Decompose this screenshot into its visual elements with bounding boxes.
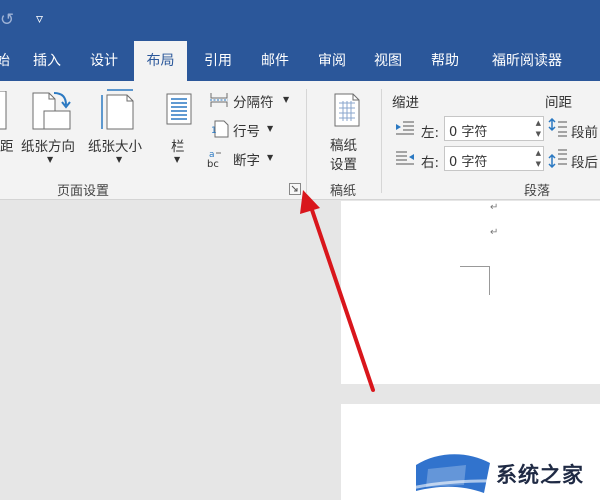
chevron-down-icon: ▼ — [47, 155, 54, 164]
spacing-after-icon — [548, 149, 567, 168]
breaks-icon — [210, 93, 228, 107]
margins-icon — [0, 91, 7, 130]
tab-references[interactable]: 引用 — [194, 41, 242, 81]
hyphenation-label: 断字 — [233, 153, 260, 169]
line-numbers-label: 行号 — [233, 124, 260, 140]
spacing-after-label: 段后 — [571, 155, 598, 171]
paragraph-mark: ↵ — [490, 227, 499, 238]
spin-down-icon[interactable]: ▼ — [536, 131, 541, 138]
undo-icon[interactable]: ↺ — [0, 12, 14, 29]
columns-button[interactable]: 栏 ▼ — [160, 87, 200, 171]
paragraph-mark: ↵ — [490, 202, 499, 213]
line-numbers-button[interactable]: 1 行号 ▼ — [207, 119, 287, 140]
tab-mailings[interactable]: 邮件 — [250, 41, 300, 81]
orientation-label: 纸张方向 — [21, 139, 75, 155]
breaks-button[interactable]: 分隔符 ▼ — [207, 90, 297, 111]
manuscript-group-label: 稿纸 — [330, 184, 357, 199]
chevron-down-icon: ▼ — [267, 153, 274, 162]
svg-text:bc: bc — [207, 159, 219, 168]
manuscript-settings-button[interactable]: 稿纸 设置 — [322, 87, 372, 173]
margins-button[interactable]: 距 — [0, 87, 16, 171]
spin-down-icon[interactable]: ▼ — [536, 161, 541, 168]
customize-quick-access-icon[interactable]: ▿ — [36, 12, 43, 26]
tab-view[interactable]: 视图 — [363, 41, 413, 81]
site-watermark: 系统之家 — [408, 445, 600, 500]
chevron-down-icon: ▼ — [283, 95, 290, 104]
indent-right-value: 0 字符 — [449, 155, 488, 170]
tab-review[interactable]: 审阅 — [307, 41, 357, 81]
manuscript-label-2: 设置 — [330, 157, 357, 173]
chevron-down-icon: ▼ — [116, 155, 123, 164]
watermark-text: 系统之家 — [496, 463, 584, 487]
spacing-before-label: 段前 — [571, 125, 598, 141]
chevron-down-icon: ▼ — [174, 155, 181, 164]
indent-header: 缩进 — [392, 95, 419, 111]
paragraph-group-label: 段落 — [524, 184, 551, 199]
line-numbers-icon: 1 — [211, 120, 229, 138]
hyphenation-icon: a bc — [207, 150, 221, 168]
indent-left-icon — [396, 121, 414, 135]
indent-left-label: 左: — [421, 125, 440, 141]
hyphenation-button[interactable]: a bc 断字 ▼ — [207, 148, 287, 169]
columns-label: 栏 — [171, 139, 185, 155]
tab-insert[interactable]: 插入 — [22, 41, 72, 81]
separator — [381, 89, 382, 193]
orientation-button[interactable]: 纸张方向 ▼ — [20, 87, 86, 171]
svg-text:1: 1 — [211, 126, 217, 136]
title-bar: ↺ ▿ — [0, 0, 600, 41]
indent-right-input[interactable]: 0 字符 ▲ ▼ — [444, 146, 544, 171]
indent-right-icon — [396, 151, 414, 165]
paper-size-icon — [101, 89, 134, 130]
tab-home[interactable]: 始 — [0, 41, 10, 81]
spacing-header: 间距 — [545, 95, 572, 111]
tab-foxit-reader[interactable]: 福昕阅读器 — [478, 41, 576, 81]
tab-help[interactable]: 帮助 — [420, 41, 470, 81]
manuscript-icon — [334, 93, 360, 127]
margins-label: 距 — [0, 139, 14, 155]
page-setup-dialog-launcher[interactable] — [289, 183, 301, 195]
spin-up-icon[interactable]: ▲ — [536, 120, 541, 127]
page-margin-corner-mark — [460, 266, 490, 295]
chevron-down-icon: ▼ — [267, 124, 274, 133]
indent-left-value: 0 字符 — [449, 125, 488, 140]
spin-up-icon[interactable]: ▲ — [536, 150, 541, 157]
indent-right-label: 右: — [421, 155, 440, 171]
separator — [306, 89, 307, 193]
size-label: 纸张大小 — [88, 139, 142, 155]
columns-icon — [166, 93, 192, 125]
indent-left-input[interactable]: 0 字符 ▲ ▼ — [444, 116, 544, 141]
spacing-before-icon — [548, 118, 567, 137]
tab-design[interactable]: 设计 — [79, 41, 129, 81]
size-button[interactable]: 纸张大小 ▼ — [87, 87, 151, 171]
breaks-label: 分隔符 — [233, 95, 274, 111]
dialog-launcher-icon — [291, 185, 298, 192]
tab-layout[interactable]: 布局 — [134, 41, 187, 81]
manuscript-label-1: 稿纸 — [330, 138, 357, 154]
page-setup-group-label: 页面设置 — [57, 184, 110, 199]
ribbon-tab-bar: 始 插入 设计 布局 引用 邮件 审阅 视图 帮助 福昕阅读器 — [0, 41, 600, 81]
orientation-icon — [32, 92, 71, 130]
